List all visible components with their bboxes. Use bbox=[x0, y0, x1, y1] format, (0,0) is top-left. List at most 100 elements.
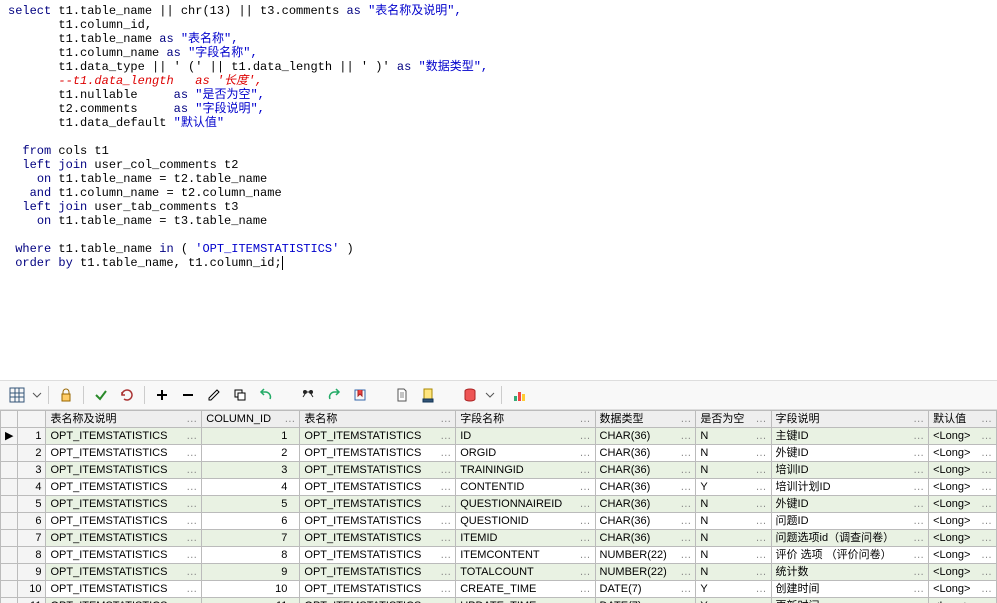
cell[interactable]: OPT_ITEMSTATISTICS… bbox=[46, 479, 202, 496]
column-header[interactable]: 表名称… bbox=[300, 411, 456, 428]
column-header[interactable]: COLUMN_ID… bbox=[202, 411, 300, 428]
cell[interactable]: OPT_ITEMSTATISTICS… bbox=[300, 496, 456, 513]
cell[interactable]: OPT_ITEMSTATISTICS… bbox=[300, 530, 456, 547]
cell[interactable]: 4 bbox=[202, 479, 300, 496]
column-header[interactable]: 数据类型… bbox=[595, 411, 696, 428]
cell[interactable]: 7 bbox=[202, 530, 300, 547]
column-header[interactable]: 是否为空… bbox=[696, 411, 771, 428]
cell[interactable]: Y… bbox=[696, 479, 771, 496]
cell[interactable]: ID… bbox=[456, 428, 595, 445]
cell[interactable]: 问题ID… bbox=[771, 513, 929, 530]
cell[interactable]: CHAR(36)… bbox=[595, 479, 696, 496]
cylinder-icon[interactable] bbox=[459, 384, 481, 406]
cell[interactable]: <Long>… bbox=[929, 547, 997, 564]
dropdown-icon[interactable] bbox=[32, 384, 42, 406]
grid-icon[interactable] bbox=[6, 384, 28, 406]
cell[interactable]: 培训ID… bbox=[771, 462, 929, 479]
cell[interactable]: OPT_ITEMSTATISTICS… bbox=[300, 479, 456, 496]
cell[interactable]: N… bbox=[696, 462, 771, 479]
cell[interactable]: OPT_ITEMSTATISTICS… bbox=[46, 547, 202, 564]
cell[interactable]: 1 bbox=[202, 428, 300, 445]
table-row[interactable]: 5OPT_ITEMSTATISTICS…5OPT_ITEMSTATISTICS…… bbox=[1, 496, 997, 513]
cell[interactable]: CHAR(36)… bbox=[595, 496, 696, 513]
table-row[interactable]: ▶1OPT_ITEMSTATISTICS…1OPT_ITEMSTATISTICS… bbox=[1, 428, 997, 445]
cell[interactable]: N… bbox=[696, 530, 771, 547]
cell[interactable]: CONTENTID… bbox=[456, 479, 595, 496]
cell[interactable]: N… bbox=[696, 564, 771, 581]
table-row[interactable]: 8OPT_ITEMSTATISTICS…8OPT_ITEMSTATISTICS…… bbox=[1, 547, 997, 564]
cell[interactable]: 11 bbox=[202, 598, 300, 603]
cell[interactable]: 主键ID… bbox=[771, 428, 929, 445]
cell[interactable]: <Long>… bbox=[929, 496, 997, 513]
cell[interactable]: N… bbox=[696, 445, 771, 462]
cell[interactable]: OPT_ITEMSTATISTICS… bbox=[46, 513, 202, 530]
duplicate-icon[interactable] bbox=[229, 384, 251, 406]
column-header[interactable]: 字段名称… bbox=[456, 411, 595, 428]
cell[interactable]: N… bbox=[696, 496, 771, 513]
cell[interactable]: <Long>… bbox=[929, 462, 997, 479]
cell[interactable]: <Long>… bbox=[929, 428, 997, 445]
cell[interactable]: OPT_ITEMSTATISTICS… bbox=[300, 598, 456, 603]
cell[interactable]: DATE(7)… bbox=[595, 598, 696, 603]
undo-icon[interactable] bbox=[255, 384, 277, 406]
page-icon[interactable] bbox=[391, 384, 413, 406]
lock-icon[interactable] bbox=[55, 384, 77, 406]
cell[interactable]: 培训计划ID… bbox=[771, 479, 929, 496]
cell[interactable]: OPT_ITEMSTATISTICS… bbox=[46, 496, 202, 513]
cell[interactable]: OPT_ITEMSTATISTICS… bbox=[46, 598, 202, 603]
cell[interactable]: OPT_ITEMSTATISTICS… bbox=[300, 547, 456, 564]
cell[interactable]: QUESTIONID… bbox=[456, 513, 595, 530]
cell[interactable]: 9 bbox=[202, 564, 300, 581]
cell[interactable]: 2 bbox=[202, 445, 300, 462]
cell[interactable]: TOTALCOUNT… bbox=[456, 564, 595, 581]
cell[interactable]: QUESTIONNAIREID… bbox=[456, 496, 595, 513]
cell[interactable]: <Long>… bbox=[929, 513, 997, 530]
cell[interactable]: OPT_ITEMSTATISTICS… bbox=[46, 530, 202, 547]
cell[interactable]: ORGID… bbox=[456, 445, 595, 462]
cell[interactable]: ITEMCONTENT… bbox=[456, 547, 595, 564]
cell[interactable]: TRAININGID… bbox=[456, 462, 595, 479]
table-row[interactable]: 9OPT_ITEMSTATISTICS…9OPT_ITEMSTATISTICS…… bbox=[1, 564, 997, 581]
cell[interactable]: OPT_ITEMSTATISTICS… bbox=[300, 564, 456, 581]
cell[interactable]: <Long>… bbox=[929, 564, 997, 581]
column-header[interactable]: 默认值… bbox=[929, 411, 997, 428]
cell[interactable]: <Long>… bbox=[929, 479, 997, 496]
cell[interactable]: <Long>… bbox=[929, 445, 997, 462]
cell[interactable]: N… bbox=[696, 513, 771, 530]
cell[interactable]: 10 bbox=[202, 581, 300, 598]
cell[interactable]: 统计数… bbox=[771, 564, 929, 581]
cell[interactable]: OPT_ITEMSTATISTICS… bbox=[46, 428, 202, 445]
find-icon[interactable] bbox=[297, 384, 319, 406]
column-header[interactable] bbox=[18, 411, 46, 428]
export-icon[interactable] bbox=[417, 384, 439, 406]
cell[interactable]: N… bbox=[696, 547, 771, 564]
chart-icon[interactable] bbox=[508, 384, 530, 406]
dropdown2-icon[interactable] bbox=[485, 384, 495, 406]
cell[interactable]: CHAR(36)… bbox=[595, 428, 696, 445]
table-row[interactable]: 11OPT_ITEMSTATISTICS…11OPT_ITEMSTATISTIC… bbox=[1, 598, 997, 603]
table-row[interactable]: 2OPT_ITEMSTATISTICS…2OPT_ITEMSTATISTICS…… bbox=[1, 445, 997, 462]
column-header[interactable]: 表名称及说明… bbox=[46, 411, 202, 428]
cell[interactable]: N… bbox=[696, 428, 771, 445]
minus-icon[interactable] bbox=[177, 384, 199, 406]
cell[interactable]: 6 bbox=[202, 513, 300, 530]
table-row[interactable]: 3OPT_ITEMSTATISTICS…3OPT_ITEMSTATISTICS…… bbox=[1, 462, 997, 479]
cell[interactable]: CHAR(36)… bbox=[595, 445, 696, 462]
cell[interactable]: OPT_ITEMSTATISTICS… bbox=[46, 462, 202, 479]
cell[interactable]: UPDATE_TIME… bbox=[456, 598, 595, 603]
cell[interactable]: 创建时间… bbox=[771, 581, 929, 598]
bookmark-icon[interactable] bbox=[349, 384, 371, 406]
commit-icon[interactable] bbox=[90, 384, 112, 406]
cell[interactable]: OPT_ITEMSTATISTICS… bbox=[300, 581, 456, 598]
edit-icon[interactable] bbox=[203, 384, 225, 406]
refresh-icon[interactable] bbox=[116, 384, 138, 406]
cell[interactable]: <Long>… bbox=[929, 598, 997, 603]
column-header[interactable]: 字段说明… bbox=[771, 411, 929, 428]
cell[interactable]: Y… bbox=[696, 581, 771, 598]
cell[interactable]: 外键ID… bbox=[771, 445, 929, 462]
table-row[interactable]: 6OPT_ITEMSTATISTICS…6OPT_ITEMSTATISTICS…… bbox=[1, 513, 997, 530]
cell[interactable]: 8 bbox=[202, 547, 300, 564]
cell[interactable]: 3 bbox=[202, 462, 300, 479]
plus-icon[interactable] bbox=[151, 384, 173, 406]
redo-icon[interactable] bbox=[323, 384, 345, 406]
